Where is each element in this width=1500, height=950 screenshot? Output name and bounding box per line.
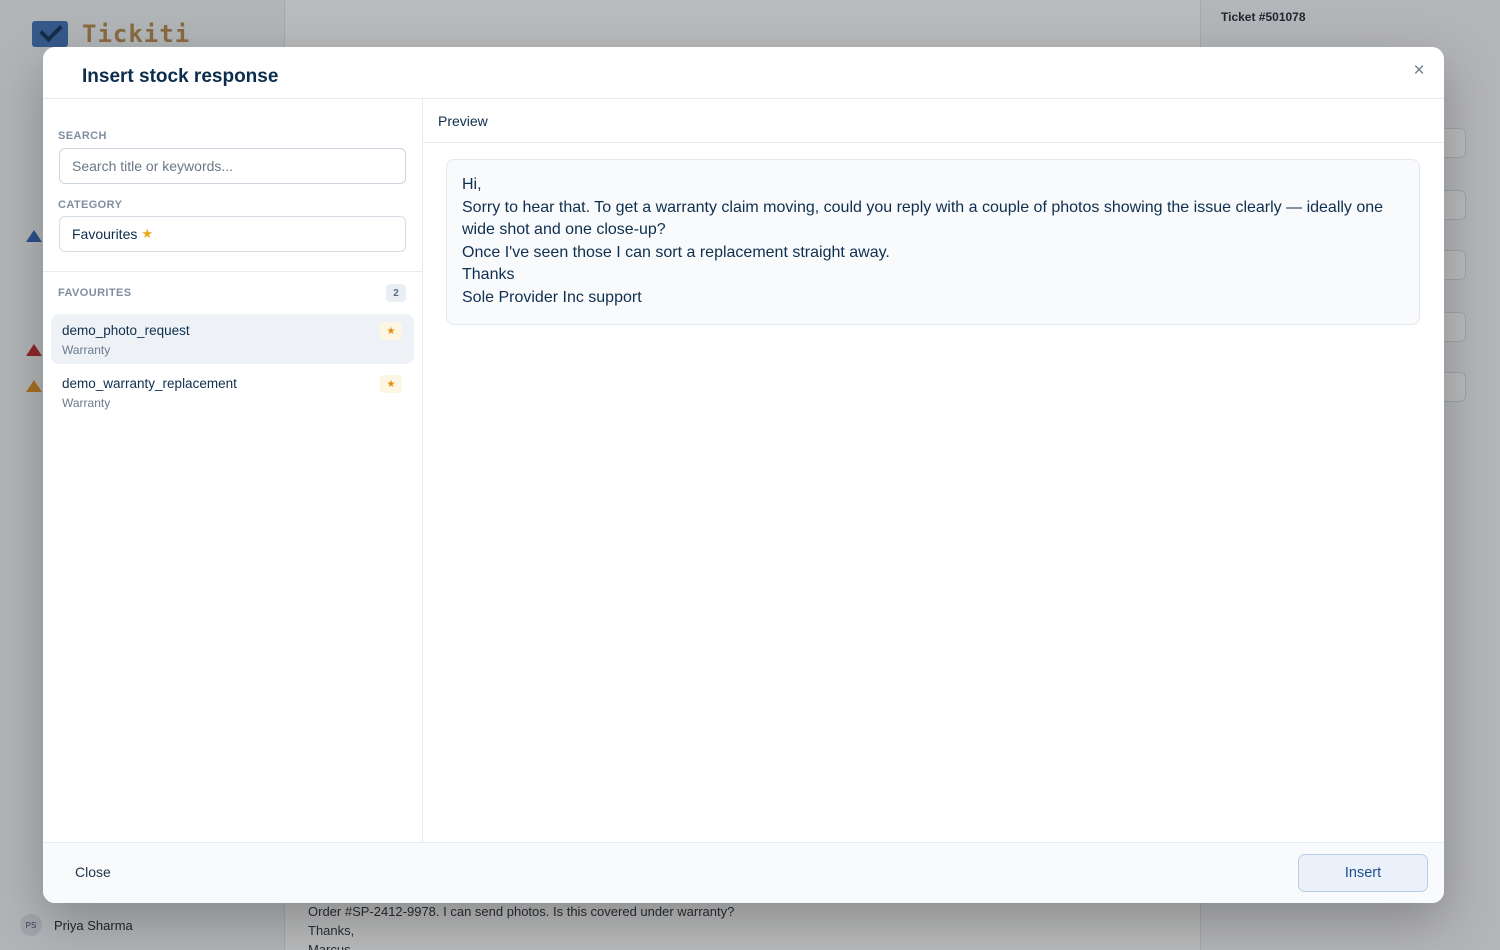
- category-value: Favourites: [72, 226, 138, 242]
- dialog-footer: Close Insert: [43, 842, 1444, 903]
- preview-header: Preview: [423, 99, 1444, 143]
- response-category: Warranty: [62, 396, 111, 410]
- stock-response-dialog: Insert stock response × SEARCH CATEGORY …: [43, 47, 1444, 903]
- response-title: demo_photo_request: [62, 323, 190, 338]
- category-select[interactable]: Favourites ★: [59, 216, 406, 252]
- favourites-count-badge: 2: [386, 284, 406, 302]
- preview-pane: Preview Hi, Sorry to hear that. To get a…: [423, 99, 1444, 842]
- preview-line: Sorry to hear that. To get a warranty cl…: [462, 198, 1384, 239]
- favourites-list: demo_photo_request Warranty ★ demo_warra…: [51, 314, 414, 420]
- star-icon: ★: [141, 226, 154, 241]
- dialog-title: Insert stock response: [82, 66, 279, 87]
- preview-label: Preview: [438, 113, 488, 129]
- dialog-header: Insert stock response ×: [43, 47, 1444, 99]
- list-item[interactable]: demo_warranty_replacement Warranty ★: [51, 367, 414, 417]
- preview-content: Hi, Sorry to hear that. To get a warrant…: [446, 159, 1420, 325]
- close-button[interactable]: Close: [75, 864, 111, 880]
- category-label: CATEGORY: [58, 199, 123, 211]
- search-input[interactable]: [59, 148, 406, 184]
- divider: [43, 271, 423, 272]
- preview-line: Thanks: [462, 266, 515, 284]
- insert-button[interactable]: Insert: [1298, 854, 1428, 892]
- close-icon[interactable]: ×: [1410, 61, 1428, 80]
- preview-line: Hi,: [462, 176, 482, 193]
- response-picker-pane: SEARCH CATEGORY Favourites ★ FAVOURITES …: [43, 99, 423, 842]
- star-icon[interactable]: ★: [380, 322, 402, 340]
- list-item[interactable]: demo_photo_request Warranty ★: [51, 314, 414, 364]
- preview-line: Sole Provider Inc support: [462, 288, 642, 306]
- response-title: demo_warranty_replacement: [62, 376, 237, 391]
- search-label: SEARCH: [58, 130, 107, 142]
- preview-line: Once I've seen those I can sort a replac…: [462, 243, 890, 261]
- response-category: Warranty: [62, 343, 111, 357]
- star-icon[interactable]: ★: [380, 375, 402, 393]
- favourites-heading: FAVOURITES: [58, 287, 132, 299]
